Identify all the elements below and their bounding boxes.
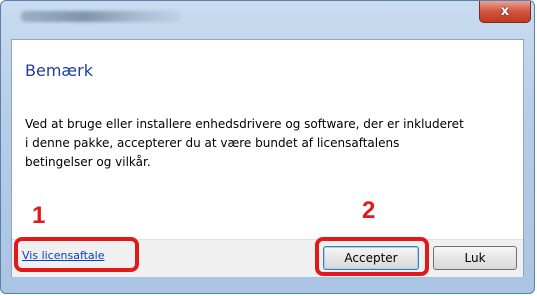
message-line: Ved at bruge eller installere enhedsdriv… [25, 117, 464, 131]
view-license-link[interactable]: Vis licensaftale [22, 249, 105, 262]
close-icon: x [500, 4, 510, 19]
step-number-1: 1 [32, 202, 46, 229]
step-number-2: 2 [362, 197, 376, 224]
license-notice-text: Ved at bruge eller installere enhedsdriv… [25, 115, 525, 172]
close-window-button[interactable]: x [479, 1, 531, 23]
dialog-heading: Bemærk [25, 61, 93, 80]
message-line: i denne pakke, accepterer du at være bun… [25, 136, 400, 150]
close-button[interactable]: Luk [433, 246, 517, 270]
redacted-window-title [21, 11, 181, 22]
accept-button[interactable]: Accepter [323, 246, 419, 270]
title-bar: x [1, 1, 534, 41]
message-line: betingelser og vilkår. [25, 155, 151, 169]
